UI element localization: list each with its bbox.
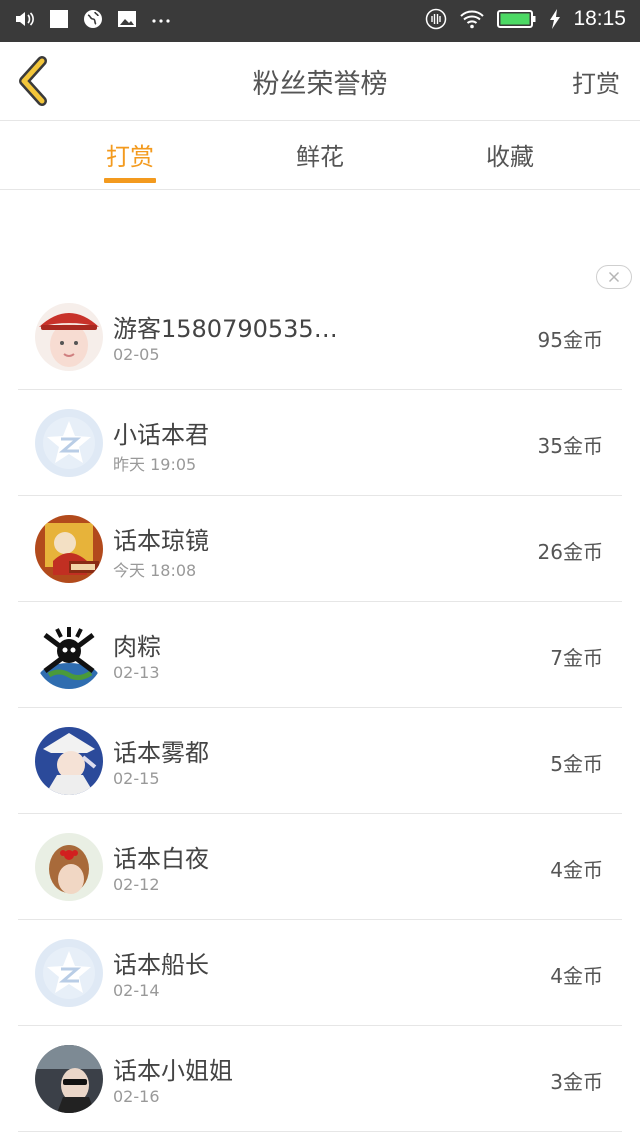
hair-bow-avatar <box>35 833 103 901</box>
square-icon <box>50 10 68 28</box>
skull-globe-avatar <box>35 621 103 689</box>
fan-date: 02-16 <box>113 1087 160 1106</box>
anime-avatar <box>35 727 103 795</box>
list-item[interactable]: 话本白夜 02-12 4金币 <box>18 814 622 920</box>
car-selfie-avatar <box>35 1045 103 1113</box>
fan-list: 游客1580790535… 02-05 95金币 小话本君 昨天 19:05 3… <box>18 284 622 1132</box>
fan-name: 话本白夜 <box>113 845 209 873</box>
status-time: 18:15 <box>573 7 626 30</box>
fan-date: 02-13 <box>113 663 160 682</box>
image-icon <box>118 11 136 27</box>
list-item[interactable]: 话本琼镜 今天 18:08 26金币 <box>18 496 622 602</box>
status-bar: 18:15 <box>0 0 640 42</box>
fan-name: 话本船长 <box>113 951 209 979</box>
more-dots-icon <box>152 19 170 23</box>
fan-name: 话本琼镜 <box>113 527 209 555</box>
fan-date: 02-14 <box>113 981 160 1000</box>
list-item[interactable]: 话本船长 02-14 4金币 <box>18 920 622 1026</box>
title-bar: 粉丝荣誉榜 打赏 <box>0 42 640 121</box>
fan-date: 昨天 19:05 <box>113 455 197 474</box>
fan-coins: 7金币 <box>550 646 603 670</box>
fan-name: 肉粽 <box>113 633 161 661</box>
volume-icon <box>16 12 34 26</box>
list-item[interactable]: 小话本君 昨天 19:05 35金币 <box>18 390 622 496</box>
default-avatar <box>35 939 103 1007</box>
tab-bar: 打赏 鲜花 收藏 <box>0 121 640 190</box>
fan-coins: 3金币 <box>550 1070 603 1094</box>
fan-name: 小话本君 <box>113 421 209 449</box>
active-tab-indicator <box>104 178 156 183</box>
fan-coins: 4金币 <box>550 858 603 882</box>
fan-coins: 5金币 <box>550 752 603 776</box>
page-title: 粉丝荣誉榜 <box>252 69 388 100</box>
fan-name: 话本小姐姐 <box>113 1057 233 1085</box>
list-item[interactable]: 话本小姐姐 02-16 3金币 <box>18 1026 622 1132</box>
fan-date: 今天 18:08 <box>113 561 197 580</box>
fan-coins: 4金币 <box>550 964 603 988</box>
girl-red-hat-avatar <box>35 303 103 371</box>
tab-favorites[interactable]: 收藏 <box>450 137 570 172</box>
tab-flowers[interactable]: 鲜花 <box>260 137 380 172</box>
vibrate-icon <box>426 8 447 30</box>
wifi-icon <box>460 10 485 29</box>
fan-name: 游客1580790535… <box>113 315 338 343</box>
fan-date: 02-12 <box>113 875 160 894</box>
list-item[interactable]: 游客1580790535… 02-05 95金币 <box>18 284 622 390</box>
fan-date: 02-15 <box>113 769 160 788</box>
tab-reward[interactable]: 打赏 <box>70 137 190 172</box>
default-avatar <box>35 409 103 477</box>
fan-coins: 95金币 <box>537 328 603 352</box>
reward-action-button[interactable]: 打赏 <box>572 64 620 99</box>
battery-icon <box>497 10 536 28</box>
globe-icon <box>84 10 102 28</box>
list-item[interactable]: 话本雾都 02-15 5金币 <box>18 708 622 814</box>
cartoon-avatar <box>35 515 103 583</box>
charging-icon <box>550 9 561 29</box>
list-item[interactable]: 肉粽 02-13 7金币 <box>18 602 622 708</box>
fan-name: 话本雾都 <box>113 739 209 767</box>
fan-date: 02-05 <box>113 345 160 364</box>
fan-coins: 26金币 <box>537 540 603 564</box>
fan-coins: 35金币 <box>537 434 603 458</box>
